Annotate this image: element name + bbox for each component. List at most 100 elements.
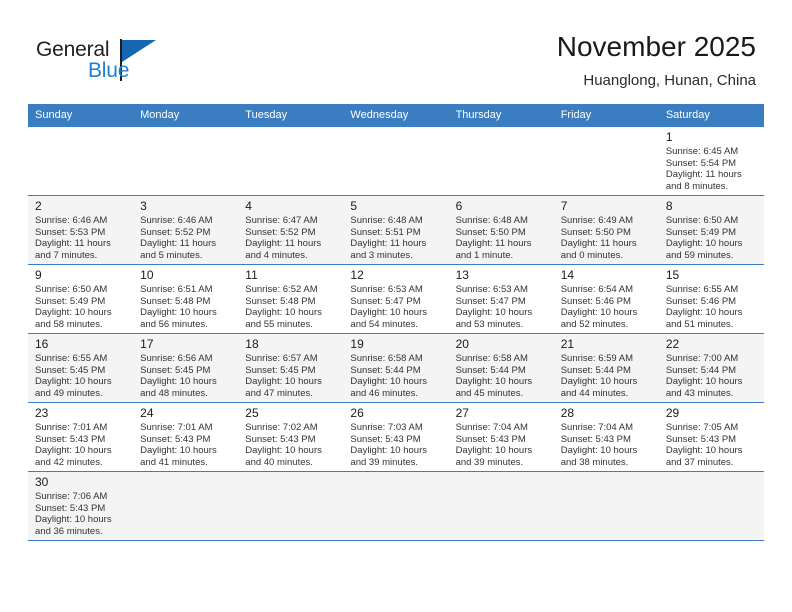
day-cell[interactable]: 28 Sunrise: 7:04 AM Sunset: 5:43 PM Dayl…	[553, 402, 659, 472]
sunrise-text: Sunrise: 7:05 AM	[665, 422, 739, 433]
day-cell[interactable]: 17 Sunrise: 6:56 AM Sunset: 5:45 PM Dayl…	[133, 333, 239, 403]
sunset-text: Sunset: 5:44 PM	[350, 364, 421, 376]
day-details: Sunrise: 6:59 AM Sunset: 5:44 PM Dayligh…	[561, 353, 653, 399]
day-number: 6	[455, 199, 463, 213]
day-number: 4	[245, 199, 252, 213]
day-cell[interactable]: 8 Sunrise: 6:50 AM Sunset: 5:49 PM Dayli…	[658, 195, 764, 265]
sunrise-text: Sunrise: 7:02 AM	[245, 422, 318, 433]
day-cell-empty	[553, 471, 659, 541]
sunrise-text: Sunrise: 7:01 AM	[35, 422, 108, 433]
day-cell[interactable]: 3 Sunrise: 6:46 AM Sunset: 5:52 PM Dayli…	[133, 195, 239, 265]
day-cell[interactable]: 21 Sunrise: 6:59 AM Sunset: 5:44 PM Dayl…	[553, 333, 659, 403]
weekday-header-sunday: Sunday	[28, 104, 134, 127]
sunrise-text: Sunrise: 6:46 AM	[140, 215, 213, 226]
day-cell[interactable]: 13 Sunrise: 6:53 AM Sunset: 5:47 PM Dayl…	[448, 264, 554, 334]
day-number: 23	[35, 406, 49, 420]
daylight-text-line2: and 45 minutes.	[455, 387, 524, 399]
day-cell[interactable]: 16 Sunrise: 6:55 AM Sunset: 5:45 PM Dayl…	[28, 333, 134, 403]
day-cell[interactable]: 1 Sunrise: 6:45 AM Sunset: 5:54 PM Dayli…	[658, 126, 764, 196]
day-details: Sunrise: 6:49 AM Sunset: 5:50 PM Dayligh…	[561, 215, 653, 261]
day-cell[interactable]: 12 Sunrise: 6:53 AM Sunset: 5:47 PM Dayl…	[343, 264, 449, 334]
daylight-text-line1: Daylight: 11 hours	[350, 238, 427, 250]
daylight-text-line1: Daylight: 10 hours	[140, 445, 217, 457]
day-number: 21	[560, 337, 575, 351]
daylight-text-line1: Daylight: 10 hours	[665, 376, 743, 388]
daylight-text-line2: and 53 minutes.	[455, 318, 524, 330]
sunrise-sunset-calendar: Sunday Monday Tuesday Wednesday Thursday…	[28, 104, 764, 541]
day-cell[interactable]: 30 Sunrise: 7:06 AM Sunset: 5:43 PM Dayl…	[28, 471, 134, 541]
day-number: 3	[140, 199, 147, 213]
daylight-text-line1: Daylight: 10 hours	[140, 376, 217, 388]
sunset-text: Sunset: 5:52 PM	[245, 226, 316, 238]
day-cell[interactable]: 22 Sunrise: 7:00 AM Sunset: 5:44 PM Dayl…	[658, 333, 764, 403]
day-details: Sunrise: 6:58 AM Sunset: 5:44 PM Dayligh…	[350, 353, 442, 399]
day-number: 9	[35, 268, 42, 282]
day-details: Sunrise: 7:03 AM Sunset: 5:43 PM Dayligh…	[350, 422, 442, 468]
page-title: November 2025	[556, 31, 756, 62]
day-cell[interactable]: 5 Sunrise: 6:48 AM Sunset: 5:51 PM Dayli…	[343, 195, 449, 265]
daylight-text-line2: and 38 minutes.	[560, 456, 629, 468]
day-details: Sunrise: 6:50 AM Sunset: 5:49 PM Dayligh…	[35, 284, 127, 330]
daylight-text-line2: and 1 minute.	[455, 249, 514, 261]
daylight-text-line2: and 52 minutes.	[560, 318, 629, 330]
day-details: Sunrise: 6:54 AM Sunset: 5:46 PM Dayligh…	[561, 284, 653, 330]
day-cell[interactable]: 19 Sunrise: 6:58 AM Sunset: 5:44 PM Dayl…	[343, 333, 449, 403]
day-cell[interactable]: 10 Sunrise: 6:51 AM Sunset: 5:48 PM Dayl…	[133, 264, 239, 334]
day-cell[interactable]: 14 Sunrise: 6:54 AM Sunset: 5:46 PM Dayl…	[553, 264, 659, 334]
daylight-text-line2: and 56 minutes.	[140, 318, 208, 330]
sunset-text: Sunset: 5:43 PM	[665, 433, 737, 445]
day-cell[interactable]: 26 Sunrise: 7:03 AM Sunset: 5:43 PM Dayl…	[343, 402, 449, 472]
daylight-text-line2: and 44 minutes.	[560, 387, 629, 399]
day-details: Sunrise: 6:45 AM Sunset: 5:54 PM Dayligh…	[666, 146, 758, 192]
daylight-text-line2: and 39 minutes.	[455, 456, 524, 468]
daylight-text-line2: and 41 minutes.	[140, 456, 208, 468]
daylight-text-line1: Daylight: 10 hours	[245, 376, 322, 388]
day-cell[interactable]: 11 Sunrise: 6:52 AM Sunset: 5:48 PM Dayl…	[238, 264, 344, 334]
day-number: 13	[455, 268, 469, 282]
day-number: 15	[665, 268, 680, 282]
weekday-header-tuesday: Tuesday	[238, 104, 344, 127]
daylight-text-line1: Daylight: 11 hours	[35, 238, 111, 250]
day-cell[interactable]: 24 Sunrise: 7:01 AM Sunset: 5:43 PM Dayl…	[133, 402, 239, 472]
day-cell[interactable]: 6 Sunrise: 6:48 AM Sunset: 5:50 PM Dayli…	[448, 195, 554, 265]
day-cell[interactable]: 7 Sunrise: 6:49 AM Sunset: 5:50 PM Dayli…	[553, 195, 659, 265]
sunrise-text: Sunrise: 6:53 AM	[350, 284, 423, 295]
daylight-text-line2: and 47 minutes.	[245, 387, 313, 399]
day-cell[interactable]: 9 Sunrise: 6:50 AM Sunset: 5:49 PM Dayli…	[28, 264, 134, 334]
general-blue-logo[interactable]: General Blue	[36, 38, 166, 88]
sunset-text: Sunset: 5:43 PM	[455, 433, 526, 445]
daylight-text-line1: Daylight: 10 hours	[245, 445, 322, 457]
daylight-text-line2: and 40 minutes.	[245, 456, 313, 468]
daylight-text-line2: and 49 minutes.	[35, 387, 103, 399]
daylight-text-line2: and 48 minutes.	[140, 387, 208, 399]
logo-text-blue: Blue	[88, 59, 130, 82]
day-details: Sunrise: 6:55 AM Sunset: 5:46 PM Dayligh…	[666, 284, 758, 330]
day-details: Sunrise: 6:53 AM Sunset: 5:47 PM Dayligh…	[456, 284, 548, 330]
sunrise-text: Sunrise: 6:58 AM	[350, 353, 423, 364]
day-number: 28	[560, 406, 575, 420]
sunset-text: Sunset: 5:49 PM	[665, 226, 737, 238]
sunrise-text: Sunrise: 6:48 AM	[350, 215, 423, 226]
day-cell[interactable]: 25 Sunrise: 7:02 AM Sunset: 5:43 PM Dayl…	[238, 402, 344, 472]
day-number: 30	[35, 475, 49, 489]
sunset-text: Sunset: 5:49 PM	[35, 295, 106, 307]
day-cell[interactable]: 27 Sunrise: 7:04 AM Sunset: 5:43 PM Dayl…	[448, 402, 554, 472]
daylight-text-line1: Daylight: 10 hours	[560, 376, 638, 388]
day-cell[interactable]: 4 Sunrise: 6:47 AM Sunset: 5:52 PM Dayli…	[238, 195, 344, 265]
day-cell[interactable]: 29 Sunrise: 7:05 AM Sunset: 5:43 PM Dayl…	[658, 402, 764, 472]
day-cell[interactable]: 20 Sunrise: 6:58 AM Sunset: 5:44 PM Dayl…	[448, 333, 554, 403]
daylight-text-line1: Daylight: 10 hours	[560, 307, 638, 319]
daylight-text-line1: Daylight: 10 hours	[350, 376, 427, 388]
daylight-text-line1: Daylight: 10 hours	[665, 238, 743, 250]
sunset-text: Sunset: 5:45 PM	[35, 364, 106, 376]
day-details: Sunrise: 7:04 AM Sunset: 5:43 PM Dayligh…	[456, 422, 548, 468]
day-details: Sunrise: 7:06 AM Sunset: 5:43 PM Dayligh…	[35, 491, 127, 537]
day-cell-empty	[133, 471, 239, 541]
day-cell[interactable]: 2 Sunrise: 6:46 AM Sunset: 5:53 PM Dayli…	[28, 195, 134, 265]
day-cell[interactable]: 23 Sunrise: 7:01 AM Sunset: 5:43 PM Dayl…	[28, 402, 134, 472]
daylight-text-line2: and 42 minutes.	[35, 456, 103, 468]
daylight-text-line2: and 43 minutes.	[665, 387, 734, 399]
day-cell[interactable]: 18 Sunrise: 6:57 AM Sunset: 5:45 PM Dayl…	[238, 333, 344, 403]
day-cell[interactable]: 15 Sunrise: 6:55 AM Sunset: 5:46 PM Dayl…	[658, 264, 764, 334]
sunrise-text: Sunrise: 6:51 AM	[140, 284, 213, 295]
